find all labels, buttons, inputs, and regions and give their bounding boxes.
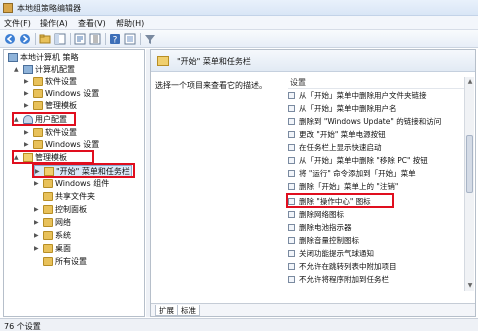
- description-text: 选择一个项目来查看它的描述。: [155, 81, 267, 90]
- expand-icon[interactable]: ▶: [34, 204, 41, 216]
- policy-setting-icon: [288, 105, 295, 112]
- scroll-up-icon[interactable]: ▲: [466, 78, 474, 86]
- expand-icon[interactable]: ▶: [24, 127, 31, 139]
- policy-setting-icon: [288, 157, 295, 164]
- menu-bar: 文件(F) 操作(A) 查看(V) 帮助(H): [0, 16, 478, 30]
- details-header: "开始" 菜单和任务栏: [151, 50, 475, 72]
- policy-setting-icon: [288, 211, 295, 218]
- column-header-setting[interactable]: 设置: [288, 77, 464, 89]
- expand-icon[interactable]: ▶: [34, 230, 41, 242]
- policy-setting-icon: [288, 276, 295, 283]
- highlight-box: [286, 193, 394, 208]
- svg-text:?: ?: [113, 36, 118, 46]
- expand-icon[interactable]: ▶: [24, 76, 31, 88]
- policy-setting-icon: [288, 170, 295, 177]
- view-tabs: 扩展 标准: [151, 303, 475, 316]
- properties-icon[interactable]: [124, 33, 136, 45]
- toolbar-separator: [140, 33, 141, 45]
- policy-setting-icon: [288, 92, 295, 99]
- folder-icon: [43, 231, 53, 240]
- details-title: "开始" 菜单和任务栏: [177, 57, 251, 66]
- toolbar-separator: [105, 33, 106, 45]
- collapse-icon[interactable]: ▲: [14, 64, 21, 76]
- help-icon[interactable]: ?: [109, 33, 121, 45]
- menu-action[interactable]: 操作(A): [40, 18, 68, 29]
- refresh-icon[interactable]: [74, 33, 86, 45]
- expand-icon[interactable]: ▶: [24, 100, 31, 112]
- policy-icon: [8, 53, 18, 62]
- toolbar: ?: [0, 30, 478, 48]
- highlight-box: [12, 112, 76, 126]
- status-text: 76 个设置: [4, 322, 41, 331]
- details-pane: "开始" 菜单和任务栏 选择一个项目来查看它的描述。 设置 从「开始」菜单中删除…: [150, 49, 476, 317]
- back-icon[interactable]: [4, 33, 16, 45]
- folder-icon: [43, 218, 53, 227]
- policy-setting-icon: [288, 131, 295, 138]
- folder-icon: [43, 257, 53, 266]
- expand-icon[interactable]: ▶: [34, 178, 41, 190]
- folder-icon: [43, 244, 53, 253]
- show-hide-tree-icon[interactable]: [54, 33, 66, 45]
- tree-pane: 本地计算机 策略 ▲ 计算机配置 ▶ 软件设置 ▶ Windows 设置 ▶ 管…: [3, 49, 145, 317]
- highlight-box: [32, 163, 135, 178]
- tab-extended[interactable]: 扩展: [155, 305, 178, 316]
- folder-icon: [33, 128, 43, 137]
- export-icon[interactable]: [89, 33, 101, 45]
- policy-setting-icon: [288, 118, 295, 125]
- menu-view[interactable]: 查看(V): [78, 18, 106, 29]
- folder-icon: [33, 101, 43, 110]
- folder-icon: [43, 179, 53, 188]
- menu-file[interactable]: 文件(F): [4, 18, 31, 29]
- folder-icon: [43, 205, 53, 214]
- computer-icon: [23, 65, 33, 74]
- highlight-box: [12, 150, 94, 164]
- vertical-scrollbar[interactable]: ▲ ▼: [464, 77, 474, 291]
- expand-icon[interactable]: ▶: [34, 217, 41, 229]
- policy-setting-icon: [288, 263, 295, 270]
- policy-setting-icon: [288, 237, 295, 244]
- expand-icon[interactable]: ▶: [34, 243, 41, 255]
- up-folder-icon[interactable]: [39, 33, 51, 45]
- policy-setting-icon: [288, 183, 295, 190]
- window-title: 本地组策略编辑器: [17, 4, 81, 13]
- folder-icon: [43, 192, 53, 201]
- forward-icon[interactable]: [19, 33, 31, 45]
- tab-standard[interactable]: 标准: [177, 305, 200, 316]
- filter-icon[interactable]: [144, 33, 156, 45]
- scroll-thumb[interactable]: [466, 135, 473, 193]
- folder-icon: [33, 77, 43, 86]
- folder-icon: [33, 89, 43, 98]
- toolbar-separator: [70, 33, 71, 45]
- folder-icon: [33, 140, 43, 149]
- policy-setting-icon: [288, 250, 295, 257]
- menu-help[interactable]: 帮助(H): [116, 18, 144, 29]
- open-folder-icon: [157, 56, 169, 66]
- title-bar: 本地组策略编辑器: [0, 0, 478, 16]
- status-bar: 76 个设置: [0, 318, 478, 331]
- expand-icon[interactable]: ▶: [24, 88, 31, 100]
- policy-setting-icon: [288, 224, 295, 231]
- app-icon: [3, 3, 13, 13]
- scroll-down-icon[interactable]: ▼: [466, 282, 474, 290]
- toolbar-separator: [35, 33, 36, 45]
- policy-setting-icon: [288, 144, 295, 151]
